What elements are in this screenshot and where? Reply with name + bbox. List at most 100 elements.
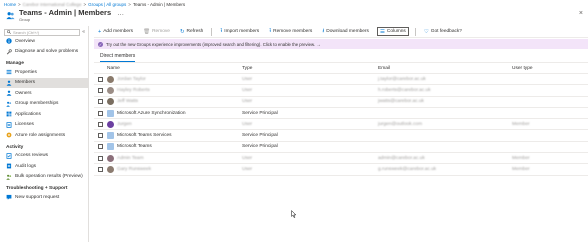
add-members-label: Add members bbox=[103, 29, 134, 34]
applications-icon bbox=[6, 111, 12, 117]
avatar bbox=[107, 154, 114, 162]
audit-logs-icon bbox=[6, 163, 12, 169]
row-checkbox[interactable] bbox=[98, 155, 103, 161]
sidebar-item-licenses[interactable]: Licenses bbox=[0, 120, 88, 131]
page-title: Teams - Admin | Members bbox=[19, 8, 112, 17]
add-members-button[interactable]: + Add members bbox=[96, 27, 135, 36]
table-row[interactable]: Microsoft Teams Service Principal bbox=[94, 142, 588, 154]
members-table-body: Jordan Taylor User j.taylor@carebor.ac.uk H… bbox=[94, 74, 588, 176]
sidebar-item-new-support-request[interactable]: New support request bbox=[0, 192, 88, 203]
sidebar-item-azure-role-assignments[interactable]: Azure role assignments bbox=[0, 130, 88, 141]
column-header-name[interactable]: Name bbox=[104, 66, 240, 71]
sidebar-item-label: Members bbox=[15, 80, 35, 86]
member-name[interactable]: Jeff Watts bbox=[117, 99, 138, 104]
collapse-sidebar-icon[interactable]: « bbox=[82, 29, 85, 35]
row-checkbox[interactable] bbox=[98, 76, 103, 82]
sidebar-search-input[interactable]: Search (Ctrl+/) bbox=[4, 28, 81, 36]
close-icon[interactable]: × bbox=[579, 10, 583, 17]
preview-banner[interactable]: ✓ Try out the new Groups experience impr… bbox=[94, 39, 588, 49]
sidebar-item-access-reviews[interactable]: Access reviews bbox=[0, 151, 88, 162]
sidebar-section-activity: Activity bbox=[6, 144, 24, 150]
banner-text: Try out the new Groups experience improv… bbox=[106, 41, 321, 47]
column-header-user-type[interactable]: User type bbox=[510, 66, 588, 71]
avatar bbox=[107, 98, 114, 106]
sidebar-item-diagnose[interactable]: Diagnose and solve problems bbox=[0, 47, 88, 58]
import-members-button[interactable]: ⭱ Import members bbox=[218, 27, 261, 36]
sidebar-item-label: Azure role assignments bbox=[15, 132, 66, 138]
toolbar-divider bbox=[414, 27, 416, 36]
sidebar-item-label: Licenses bbox=[15, 122, 34, 128]
table-row[interactable]: Jeff Watts User jwatts@carebor.ac.uk bbox=[94, 97, 588, 108]
row-checkbox[interactable] bbox=[98, 99, 103, 105]
got-feedback-button[interactable]: ♡ Got feedback? bbox=[422, 27, 464, 36]
breadcrumb-separator: > bbox=[128, 1, 131, 7]
member-type: Service Principal bbox=[242, 144, 278, 150]
table-row[interactable]: Admin Team User admin@carebor.ac.uk Member bbox=[94, 153, 588, 165]
refresh-label: Refresh bbox=[186, 29, 204, 34]
download-members-button[interactable]: ⭳ Download members bbox=[320, 27, 371, 36]
import-members-label: Import members bbox=[224, 29, 260, 34]
sidebar-item-label: Owners bbox=[15, 90, 32, 96]
sidebar-item-overview[interactable]: Overview bbox=[0, 36, 88, 47]
column-header-type[interactable]: Type bbox=[240, 66, 376, 71]
row-checkbox[interactable] bbox=[98, 133, 103, 139]
page-subtitle: Group bbox=[19, 17, 31, 22]
breadcrumb-groups[interactable]: Groups | All groups bbox=[88, 2, 126, 7]
row-checkbox[interactable] bbox=[98, 110, 103, 116]
table-row[interactable]: Jordan Taylor User j.taylor@carebor.ac.uk bbox=[94, 74, 588, 86]
table-row[interactable]: Microsoft Azure Synchronization Service P… bbox=[94, 108, 588, 120]
refresh-icon: ↻ bbox=[179, 28, 185, 35]
breadcrumb-home[interactable]: Home bbox=[4, 2, 16, 7]
refresh-button[interactable]: ↻ Refresh bbox=[178, 27, 205, 36]
access-reviews-icon bbox=[6, 152, 12, 159]
sidebar-item-members[interactable]: Members bbox=[0, 77, 88, 88]
remove-members-label: Remove members bbox=[273, 29, 313, 34]
properties-icon bbox=[6, 69, 12, 75]
group-memberships-icon bbox=[6, 101, 12, 107]
sidebar-item-label: Group memberships bbox=[15, 101, 59, 107]
member-type: User bbox=[242, 121, 253, 127]
sidebar-item-bulk-operation-results[interactable]: Bulk operation results (Preview) bbox=[0, 172, 88, 183]
table-row[interactable]: Hayley Roberts User h.roberts@carebor.ac.u… bbox=[94, 85, 588, 97]
sidebar-section-troubleshooting: Troubleshooting + Support bbox=[6, 186, 68, 191]
table-row[interactable]: Gary Runsweek User g.runsweek@carebor.ac.u… bbox=[94, 164, 588, 176]
member-type: User bbox=[242, 155, 253, 161]
table-row[interactable]: Microsoft Teams Services Service Principa… bbox=[94, 130, 588, 142]
tab-direct-members[interactable]: Direct members bbox=[100, 53, 136, 62]
row-checkbox[interactable] bbox=[98, 144, 103, 150]
member-email: g.runsweek@carebor.ac.uk bbox=[378, 167, 437, 173]
more-options-icon[interactable]: … bbox=[117, 10, 124, 17]
columns-button[interactable]: ☰ Columns bbox=[376, 27, 409, 36]
sidebar-item-audit-logs[interactable]: Audit logs bbox=[0, 161, 88, 172]
sidebar-item-applications[interactable]: Applications bbox=[0, 109, 88, 120]
breadcrumb-current: Teams - Admin | Members bbox=[132, 1, 186, 7]
sidebar-item-label: New support request bbox=[15, 194, 60, 200]
trash-icon: 🗑︎ bbox=[143, 28, 151, 35]
member-name[interactable]: Microsoft Azure Synchronization bbox=[117, 111, 186, 116]
member-name[interactable]: Hayley Roberts bbox=[117, 88, 150, 93]
sidebar-item-group-memberships[interactable]: Group memberships bbox=[0, 99, 88, 110]
column-header-email[interactable]: Email bbox=[376, 66, 510, 71]
member-user-type: Member bbox=[512, 167, 530, 173]
member-name[interactable]: Jordan Taylor bbox=[117, 77, 146, 82]
licenses-icon bbox=[6, 121, 12, 128]
remove-members-button[interactable]: ⭱ Remove members bbox=[267, 27, 314, 36]
row-checkbox[interactable] bbox=[98, 167, 103, 173]
remove-button[interactable]: 🗑︎ Remove bbox=[141, 27, 172, 36]
download-members-label: Download members bbox=[326, 29, 369, 34]
members-icon bbox=[6, 80, 12, 86]
search-icon bbox=[7, 30, 11, 34]
member-name[interactable]: Microsoft Teams bbox=[117, 144, 152, 149]
breadcrumb-tenant[interactable]: Carebor International College bbox=[23, 2, 82, 7]
table-row[interactable]: Jurgen User jurgen@outlook.com Member bbox=[94, 119, 588, 131]
sidebar-item-owners[interactable]: Owners bbox=[0, 88, 88, 99]
sidebar-item-properties[interactable]: Properties bbox=[0, 67, 88, 78]
row-checkbox[interactable] bbox=[98, 87, 103, 93]
member-name[interactable]: Jurgen bbox=[117, 122, 132, 127]
row-checkbox[interactable] bbox=[98, 121, 103, 127]
owners-icon bbox=[6, 90, 12, 96]
member-name[interactable]: Gary Runsweek bbox=[117, 167, 151, 172]
upload-icon: ⭱ bbox=[269, 28, 272, 34]
member-name[interactable]: Admin Team bbox=[117, 156, 144, 161]
member-name[interactable]: Microsoft Teams Services bbox=[117, 133, 172, 138]
